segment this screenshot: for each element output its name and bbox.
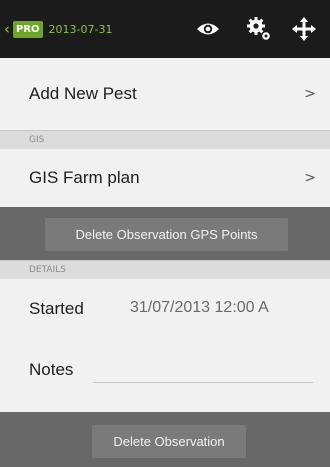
- started-row: Started 31/07/2013 12:00 A: [0, 279, 330, 340]
- notes-row: Notes: [0, 340, 330, 412]
- notes-label: Notes: [29, 360, 74, 379]
- chevron-right-icon: >: [304, 86, 316, 102]
- observation-date-title: 2013-07-31: [48, 22, 113, 36]
- notes-field[interactable]: [93, 382, 313, 383]
- action-bar: ‹ PRO 2013-07-31: [0, 0, 330, 58]
- gps-action-band: Delete Observation GPS Points: [0, 207, 330, 260]
- gear-icon[interactable]: [245, 15, 273, 43]
- observation-action-band: Delete Observation: [0, 412, 330, 467]
- delete-observation-button[interactable]: Delete Observation: [92, 425, 246, 458]
- eye-icon[interactable]: [194, 15, 222, 43]
- back-chevron-icon[interactable]: ‹: [4, 20, 12, 38]
- add-new-pest-row[interactable]: Add New Pest >: [0, 58, 330, 130]
- section-header-details-label: DETAILS: [29, 265, 66, 275]
- section-header-gis-label: GIS: [29, 135, 45, 145]
- gis-farm-plan-row[interactable]: GIS Farm plan >: [0, 149, 330, 207]
- chevron-right-icon: >: [304, 170, 316, 186]
- delete-gps-points-button[interactable]: Delete Observation GPS Points: [45, 218, 288, 251]
- add-new-pest-label: Add New Pest: [29, 84, 137, 103]
- move-icon[interactable]: [290, 15, 318, 43]
- pro-badge[interactable]: PRO: [13, 20, 43, 38]
- section-header-gis: GIS: [0, 130, 330, 149]
- started-value[interactable]: 31/07/2013 12:00 A: [130, 299, 269, 317]
- gis-farm-plan-label: GIS Farm plan: [29, 168, 140, 187]
- started-label: Started: [29, 299, 84, 318]
- section-header-details: DETAILS: [0, 260, 330, 279]
